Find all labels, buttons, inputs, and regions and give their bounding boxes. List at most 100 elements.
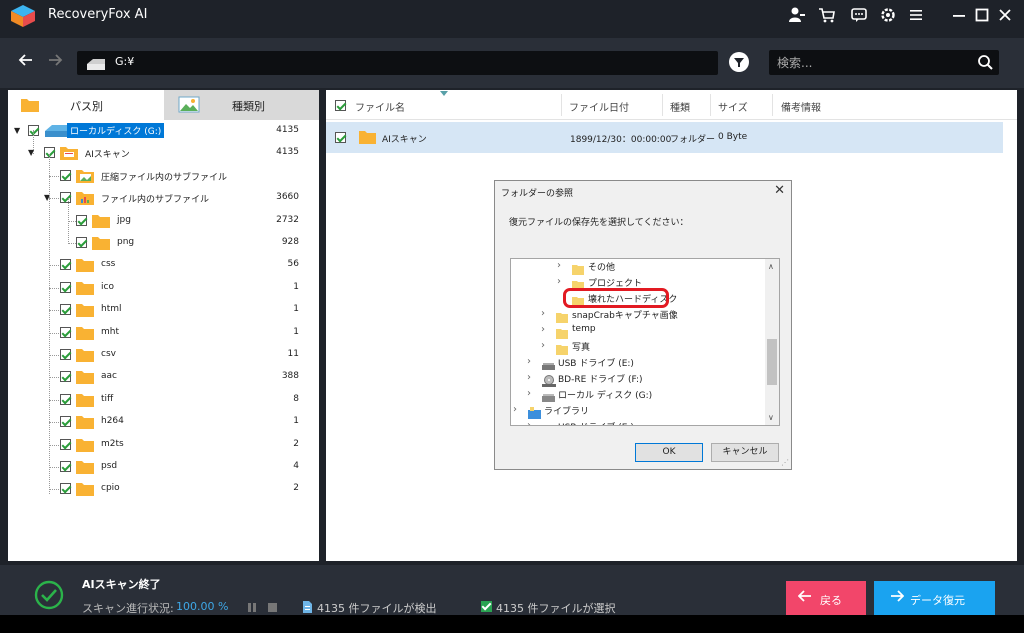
user-key-icon[interactable] [786, 4, 808, 26]
dialog-tree-item[interactable]: › ローカル ディスク (G:) [511, 386, 765, 402]
dialog-tree-item[interactable]: › 写真 [511, 338, 765, 355]
tree-checkbox[interactable] [60, 371, 71, 383]
tree-checkbox[interactable] [60, 461, 71, 472]
folder-icon [75, 481, 95, 501]
dialog-tree-item[interactable]: › その他 [511, 259, 765, 275]
cart-icon[interactable] [816, 4, 838, 26]
tree-item-label: html [101, 304, 122, 315]
tree-item-label: aac [101, 371, 117, 382]
tree-item-count: 2 [293, 438, 299, 449]
chevron-right-icon[interactable]: › [541, 308, 545, 319]
column-header-date[interactable]: ファイル日付 [569, 99, 629, 114]
scan-complete-icon [34, 580, 64, 614]
highlight-annotation [563, 288, 669, 308]
tree-checkbox[interactable] [60, 483, 71, 495]
dialog-scrollbar[interactable]: ∧ ∨ [765, 259, 779, 425]
chevron-right-icon[interactable]: › [557, 276, 561, 287]
tree-item-label: csv [101, 349, 116, 359]
app-title: RecoveryFox AI [48, 7, 148, 22]
cancel-button[interactable]: キャンセル [711, 443, 779, 462]
chevron-right-icon[interactable]: › [513, 404, 517, 415]
dialog-tree-item-label: temp [572, 324, 596, 334]
chevron-right-icon[interactable]: › [557, 260, 561, 271]
dialog-tree-item[interactable]: › USB ドライブ (E:) [511, 354, 765, 370]
tab-by-type[interactable]: 種類別 [164, 90, 319, 120]
dialog-tree-item[interactable]: › ライブラリ [511, 402, 765, 419]
chevron-right-icon[interactable]: › [527, 388, 531, 399]
scroll-up-icon[interactable]: ∧ [768, 262, 774, 271]
tree-item[interactable]: png 928 [8, 233, 319, 253]
tree-checkbox[interactable] [60, 281, 71, 293]
resize-grip-icon[interactable]: ⋰ [781, 458, 789, 467]
tree-item[interactable]: ▼ ローカルディスク (G:) 4135 [8, 121, 319, 141]
tree-checkbox[interactable] [60, 326, 71, 338]
chevron-right-icon[interactable]: › [541, 324, 545, 335]
minimize-icon[interactable] [948, 4, 970, 26]
forward-arrow-icon[interactable] [47, 52, 63, 73]
dialog-tree-item[interactable]: › BD-RE ドライブ (F:) [511, 370, 765, 387]
tree-item-count: 1 [293, 281, 299, 292]
scroll-down-icon[interactable]: ∨ [768, 413, 774, 422]
back-button[interactable]: 戻る [786, 581, 866, 615]
chevron-right-icon[interactable]: › [541, 340, 545, 351]
tree-guide-line [49, 287, 59, 289]
tree-checkbox[interactable] [60, 349, 71, 360]
tree-checkbox[interactable] [76, 214, 87, 226]
pause-icon[interactable] [248, 603, 256, 612]
table-row[interactable]: AIスキャン 1899/12/30：00:00:00 フォルダー 0 Byte [326, 122, 1003, 153]
folder-icon [91, 213, 111, 233]
tree-checkbox[interactable] [60, 259, 71, 271]
tree-item-label: psd [101, 461, 118, 471]
path-field[interactable]: G:¥ [77, 51, 718, 75]
filter-button[interactable] [729, 52, 749, 72]
chevron-right-icon[interactable]: › [527, 420, 531, 425]
arrow-left-icon [797, 589, 812, 607]
column-header-size[interactable]: サイズ [718, 99, 748, 114]
sort-indicator-icon [440, 91, 448, 96]
image-folder-icon [75, 168, 95, 188]
recover-data-button[interactable]: データ復元 [874, 581, 995, 615]
search-icon[interactable] [977, 54, 993, 74]
cell-name: AIスキャン [382, 135, 427, 145]
chevron-right-icon[interactable]: › [527, 372, 531, 383]
dialog-folder-tree: › その他 › プロジェクト 壊れたハードディスク › snapCrabキャプチャ画像 › te… [510, 258, 780, 426]
back-arrow-icon[interactable] [18, 52, 34, 73]
scrollbar-thumb[interactable] [767, 339, 777, 385]
column-header-type[interactable]: 種類 [670, 99, 690, 114]
gear-icon[interactable] [877, 4, 899, 26]
tree-item[interactable]: ▼ AIスキャン 4135 [8, 143, 319, 163]
tree-checkbox[interactable] [60, 169, 71, 181]
tree-checkbox[interactable] [60, 416, 71, 428]
tab-by-path-label: パス別 [70, 100, 103, 113]
expand-arrow-icon[interactable]: ▼ [14, 126, 20, 135]
tree-checkbox[interactable] [60, 438, 71, 450]
search-input[interactable] [769, 50, 969, 75]
dialog-tree-item[interactable]: › temp [511, 322, 765, 339]
tab-by-path[interactable]: パス別 [8, 90, 164, 120]
stop-icon[interactable] [268, 603, 277, 612]
row-checkbox[interactable] [335, 132, 346, 143]
chat-icon[interactable] [848, 4, 870, 26]
tree-item[interactable]: jpg 2732 [8, 211, 319, 231]
menu-icon[interactable] [905, 4, 927, 26]
tree-item-count: 2 [293, 483, 299, 494]
ok-button[interactable]: OK [635, 443, 703, 462]
tree-checkbox[interactable] [60, 304, 71, 316]
maximize-icon[interactable] [971, 4, 993, 26]
column-header-name[interactable]: ファイル名 [355, 99, 405, 114]
dialog-tree-item[interactable]: › snapCrabキャプチャ画像 [511, 306, 765, 323]
folder-icon [75, 280, 95, 300]
tree-checkbox[interactable] [60, 192, 71, 204]
tree-guide-line [68, 243, 76, 244]
tree-item-label: cpio [101, 483, 120, 494]
tree-checkbox[interactable] [60, 393, 71, 405]
close-icon[interactable] [994, 4, 1016, 26]
tree-item-count: 4 [293, 461, 299, 471]
tree-item-count: 11 [287, 349, 299, 359]
dialog-tree-item[interactable]: › USB ドライブ (E:) [511, 418, 765, 425]
select-all-checkbox[interactable] [335, 100, 346, 111]
tree-checkbox[interactable] [76, 237, 87, 248]
dialog-close-icon[interactable]: ✕ [774, 183, 785, 198]
column-header-notes[interactable]: 備考情報 [781, 99, 821, 114]
chevron-right-icon[interactable]: › [527, 356, 531, 367]
